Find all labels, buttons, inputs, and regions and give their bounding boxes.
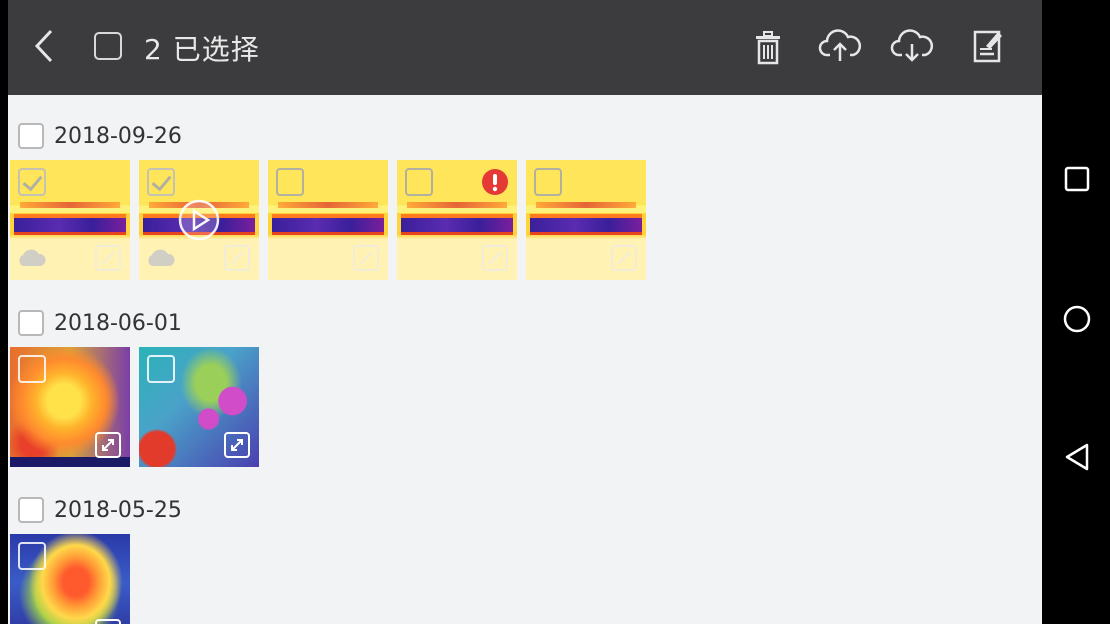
expand-icon[interactable]: [610, 244, 638, 272]
thumbnail-checkbox[interactable]: [276, 168, 304, 196]
thumbnail-checkbox[interactable]: [534, 168, 562, 196]
edit-icon[interactable]: [968, 24, 1008, 68]
group-select-checkbox[interactable]: [18, 123, 44, 149]
group-date: 2018-05-25: [54, 497, 182, 523]
cloud-synced-icon: [148, 249, 175, 266]
selection-toolbar: 2 已选择: [8, 0, 1042, 95]
group-date: 2018-09-26: [54, 123, 182, 149]
thumbnail-checkbox[interactable]: [18, 168, 46, 196]
cloud-synced-icon: [19, 249, 46, 266]
thumbnail[interactable]: [397, 160, 517, 280]
expand-icon[interactable]: [481, 244, 509, 272]
date-group-header: 2018-09-26: [18, 120, 182, 152]
delete-icon[interactable]: [748, 26, 788, 70]
expand-icon[interactable]: [94, 244, 122, 272]
select-all-checkbox[interactable]: [91, 29, 125, 63]
expand-icon[interactable]: [223, 431, 251, 459]
thumbnail[interactable]: [10, 347, 130, 467]
expand-icon[interactable]: [94, 431, 122, 459]
thumbnail-checkbox[interactable]: [147, 355, 175, 383]
cloud-upload-icon[interactable]: [816, 24, 864, 68]
thumbnail[interactable]: [526, 160, 646, 280]
back-icon[interactable]: [26, 24, 62, 68]
group-select-checkbox[interactable]: [18, 310, 44, 336]
alert-icon: [482, 169, 508, 195]
cloud-download-icon[interactable]: [888, 24, 936, 68]
thumbnail-checkbox[interactable]: [405, 168, 433, 196]
thumbnail-checkbox[interactable]: [18, 542, 46, 570]
thumbnail[interactable]: [139, 160, 259, 280]
thumbnail-checkbox[interactable]: [18, 355, 46, 383]
date-group-header: 2018-05-25: [18, 494, 182, 526]
play-icon[interactable]: [177, 198, 221, 242]
system-navigation-bar: [1042, 0, 1110, 624]
back-nav-icon[interactable]: [1060, 440, 1094, 474]
thumbnail[interactable]: [268, 160, 388, 280]
expand-icon[interactable]: [352, 244, 380, 272]
thumbnail-checkbox[interactable]: [147, 168, 175, 196]
group-date: 2018-06-01: [54, 310, 182, 336]
home-icon[interactable]: [1060, 302, 1094, 336]
thumbnail[interactable]: [139, 347, 259, 467]
date-group-header: 2018-06-01: [18, 307, 182, 339]
group-select-checkbox[interactable]: [18, 497, 44, 523]
thumbnail[interactable]: [10, 160, 130, 280]
gallery-screen: 2 已选择 2018-09-26 2018-06-01 2018-05-25: [8, 0, 1042, 624]
selected-count: 2 已选择: [144, 33, 260, 66]
recent-apps-icon[interactable]: [1060, 162, 1094, 196]
expand-icon[interactable]: [223, 244, 251, 272]
expand-icon[interactable]: [94, 618, 122, 624]
thumbnail[interactable]: [10, 534, 130, 624]
